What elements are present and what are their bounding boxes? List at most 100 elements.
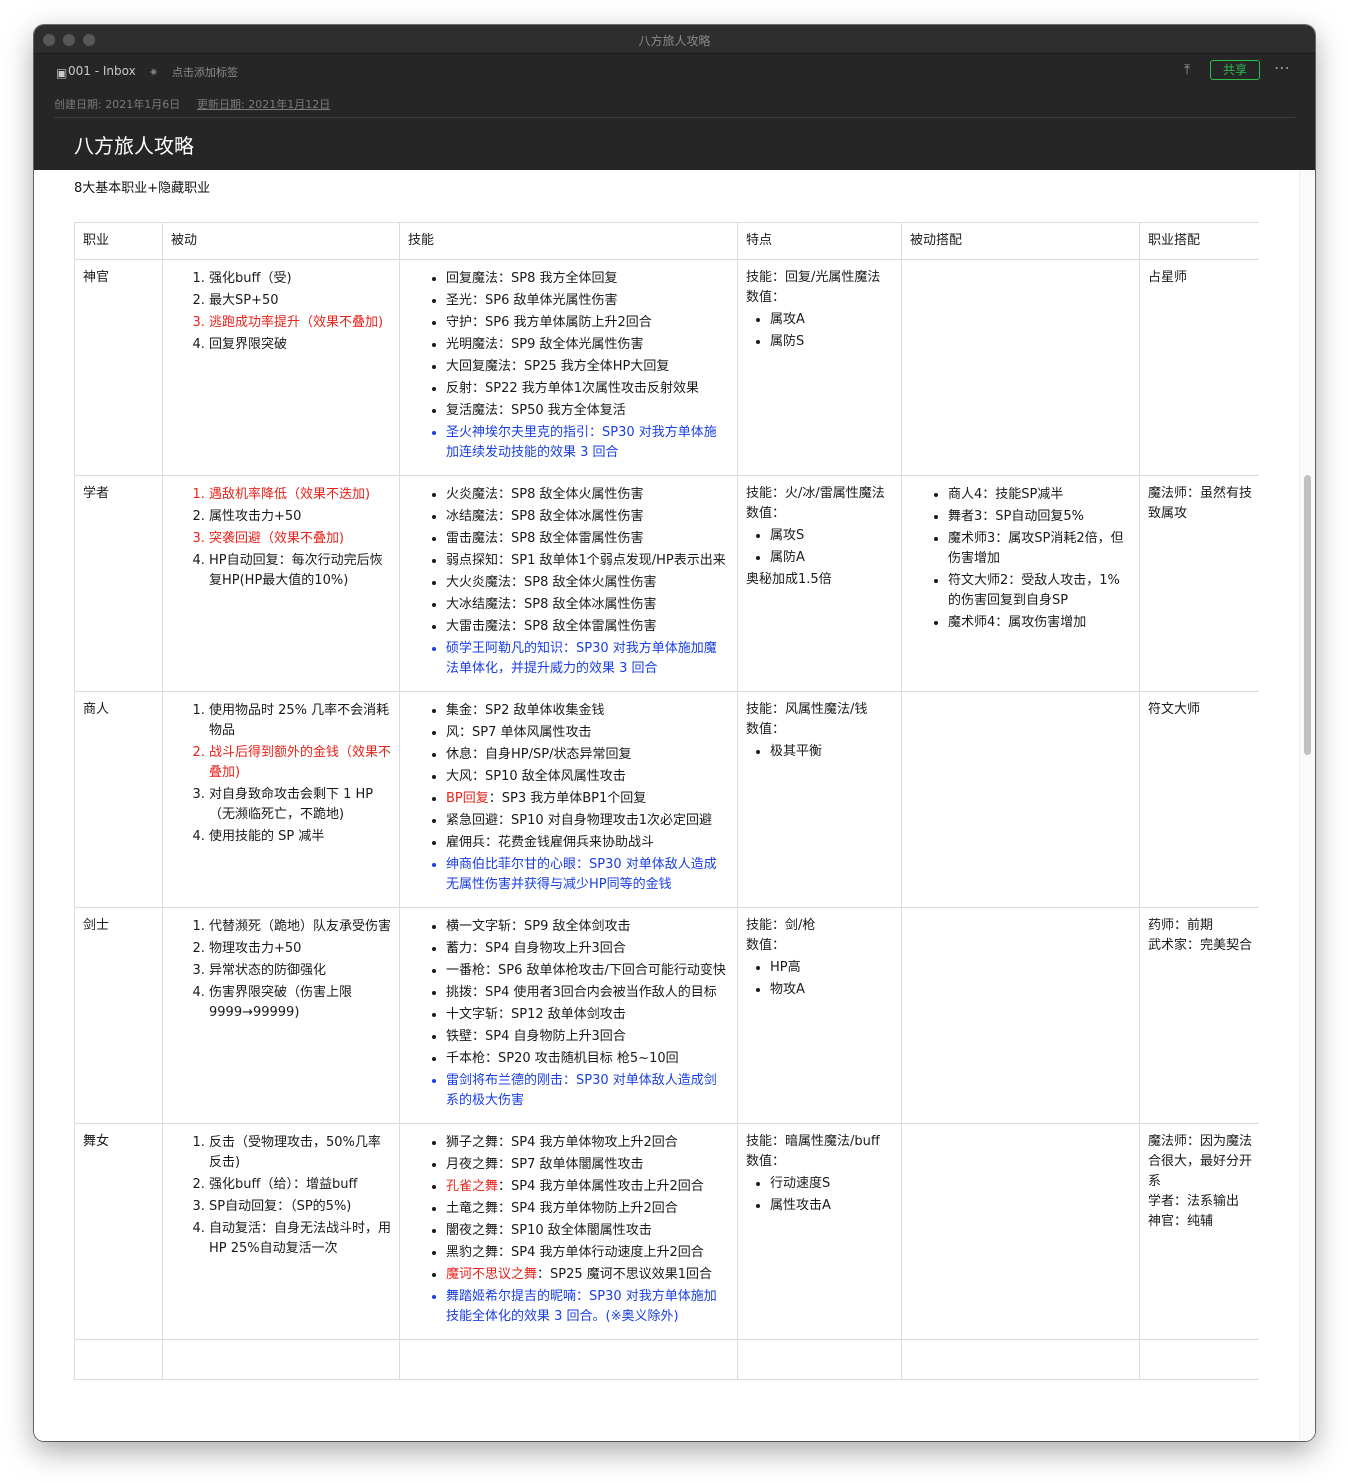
empty-cell[interactable]: [901, 1339, 1140, 1380]
traits-cell[interactable]: 技能：回复/光属性魔法数值： 属攻A属防S: [737, 259, 902, 476]
column-header: 职业搭配: [1139, 222, 1259, 260]
skill-desc: ：SP4 我方单体行动速度上升2回合: [498, 1245, 704, 1260]
passive-item: 最大SP+50: [209, 291, 391, 311]
skill-desc: ：SP8 我方全体回复: [498, 271, 618, 286]
trait-line: 数值：: [746, 938, 786, 953]
skill-name: 弱点探知: [446, 553, 499, 568]
traits-cell[interactable]: 技能：火/冰/雷属性魔法数值： 属攻S属防A 奥秘加成1.5倍: [737, 475, 902, 692]
trait-values-list: 行动速度S属性攻击A: [746, 1174, 893, 1216]
skill-name: 集金: [446, 703, 473, 718]
skill-desc: ：SP3 我方单体BP1个回复: [488, 791, 647, 806]
job-combo-line: 学者：法系输出: [1148, 1194, 1240, 1209]
job-cell[interactable]: 神官: [74, 259, 163, 476]
tag-input[interactable]: 点击添加标签: [172, 64, 238, 80]
skill-name: 绅商伯比菲尔甘的心眼: [446, 857, 577, 872]
share-button[interactable]: 共享: [1210, 60, 1260, 80]
skills-list: 回复魔法：SP8 我方全体回复圣光：SP6 敌单体光属性伤害守护：SP6 我方单…: [408, 269, 729, 463]
job-cell[interactable]: 学者: [74, 475, 163, 692]
passives-cell[interactable]: 强化buff（受)最大SP+50逃跑成功率提升（效果不叠加)回复界限突破: [162, 259, 400, 476]
passive-item: 突袭回避（效果不叠加): [209, 529, 391, 549]
more-icon[interactable]: ⋯: [1274, 58, 1291, 77]
skill-item: 雇佣兵：花费金钱雇佣兵来协助战斗: [446, 833, 729, 853]
empty-cell[interactable]: [399, 1339, 738, 1380]
skill-item: 冰结魔法：SP8 敌全体冰属性伤害: [446, 507, 729, 527]
passive-item: 回复界限突破: [209, 335, 391, 355]
passive-item: 遇敌机率降低（效果不迭加): [209, 485, 391, 505]
skill-item: 月夜之舞：SP7 敌单体闇属性攻击: [446, 1155, 729, 1175]
job-cell[interactable]: 舞女: [74, 1123, 163, 1340]
trait-values-list: 极其平衡: [746, 742, 893, 762]
tag-icon[interactable]: ⚹: [150, 64, 157, 79]
skill-name: 圣光: [446, 293, 473, 308]
job-combo-line: 药师：前期: [1148, 918, 1214, 933]
passive-combos-cell[interactable]: [901, 907, 1140, 1124]
note-title[interactable]: 八方旅人攻略: [74, 130, 194, 159]
skill-name: 火炎魔法: [446, 487, 499, 502]
skill-item: 孔雀之舞：SP4 我方单体属性攻击上升2回合: [446, 1177, 729, 1197]
notebook-selector[interactable]: 001 - Inbox: [68, 64, 136, 78]
skill-name: 休息: [446, 747, 473, 762]
trait-line: 技能：回复/光属性魔法: [746, 270, 881, 285]
skill-name: 土竜之舞: [446, 1201, 499, 1216]
passive-combos-cell[interactable]: [901, 259, 1140, 476]
empty-cell[interactable]: [737, 1339, 902, 1380]
skill-item: 守护：SP6 我方单体属防上升2回合: [446, 313, 729, 333]
skills-cell[interactable]: 横一文字斩：SP9 敌全体剑攻击蓄力：SP4 自身物攻上升3回合一番枪：SP6 …: [399, 907, 738, 1124]
table-row: 神官强化buff（受)最大SP+50逃跑成功率提升（效果不叠加)回复界限突破回复…: [74, 259, 1259, 476]
passive-combos-cell[interactable]: 商人4：技能SP减半舞者3：SP自动回复5%魔术师3：属攻SP消耗2倍，但伤害增…: [901, 475, 1140, 692]
skill-item: 大冰结魔法：SP8 敌全体冰属性伤害: [446, 595, 729, 615]
skills-cell[interactable]: 火炎魔法：SP8 敌全体火属性伤害冰结魔法：SP8 敌全体冰属性伤害雷击魔法：S…: [399, 475, 738, 692]
skill-name: 舞踏姬希尔提吉的昵喃: [446, 1289, 577, 1304]
skills-cell[interactable]: 回复魔法：SP8 我方全体回复圣光：SP6 敌单体光属性伤害守护：SP6 我方单…: [399, 259, 738, 476]
empty-cell[interactable]: [74, 1339, 163, 1380]
passive-combos-cell[interactable]: [901, 691, 1140, 908]
skill-item: 一番枪：SP6 敌单体枪攻击/下回合可能行动变快: [446, 961, 729, 981]
job-combos-cell[interactable]: 魔法师：因为魔法合很大，最好分开系 学者：法系输出 神官：纯辅: [1139, 1123, 1259, 1340]
passives-cell[interactable]: 反击（受物理攻击，50%几率反击)强化buff（给）：增益buffSP自动回复：…: [162, 1123, 400, 1340]
skill-desc: ：SP10 敌全体闇属性攻击: [498, 1223, 652, 1238]
vertical-scrollbar[interactable]: [1299, 170, 1315, 1441]
passive-item: 战斗后得到额外的金钱（效果不叠加): [209, 743, 391, 783]
skill-desc: ：SP7 单体风属性攻击: [459, 725, 592, 740]
traits-cell[interactable]: 技能：暗属性魔法/buff 数值： 行动速度S属性攻击A: [737, 1123, 902, 1340]
skill-name: 魔诃不思议之舞: [446, 1267, 538, 1282]
traits-cell[interactable]: 技能：风属性魔法/钱数值： 极其平衡: [737, 691, 902, 908]
note-subtitle[interactable]: 8大基本职业+隐藏职业: [74, 177, 210, 196]
job-combos-cell[interactable]: 占星师: [1139, 259, 1259, 476]
skill-item: 大火炎魔法：SP8 敌全体火属性伤害: [446, 573, 729, 593]
job-combos-cell[interactable]: 魔法师：虽然有技致属攻: [1139, 475, 1259, 692]
empty-cell[interactable]: [1139, 1339, 1259, 1380]
scrollbar-thumb[interactable]: [1304, 475, 1311, 755]
skills-cell[interactable]: 集金：SP2 敌单体收集金钱风：SP7 单体风属性攻击休息：自身HP/SP/状态…: [399, 691, 738, 908]
passives-cell[interactable]: 使用物品时 25% 几率不会消耗物品战斗后得到额外的金钱（效果不叠加)对自身致命…: [162, 691, 400, 908]
updated-date[interactable]: 更新日期: 2021年1月12日: [197, 96, 330, 112]
job-cell[interactable]: 商人: [74, 691, 163, 908]
note-body[interactable]: 8大基本职业+隐藏职业 职业被动技能特点被动搭配职业搭配 神官强化buff（受)…: [34, 170, 1315, 1441]
empty-cell[interactable]: [162, 1339, 400, 1380]
skill-name: 黑豹之舞: [446, 1245, 499, 1260]
skill-name: 孔雀之舞: [446, 1179, 499, 1194]
skill-item: 舞踏姬希尔提吉的昵喃：SP30 对我方单体施加技能全体化的效果 3 回合。(※奥…: [446, 1287, 729, 1327]
job-combos-cell[interactable]: 药师：前期 武术家：完美契合: [1139, 907, 1259, 1124]
table-header-row: 职业 被动 技能 特点 被动搭配 职业搭配: [74, 222, 1259, 260]
table-row: 学者遇敌机率降低（效果不迭加)属性攻击力+50突袭回避（效果不叠加)HP自动回复…: [74, 475, 1259, 692]
passives-cell[interactable]: 代替濒死（跪地）队友承受伤害物理攻击力+50异常状态的防御强化伤害界限突破（伤害…: [162, 907, 400, 1124]
passives-cell[interactable]: 遇敌机率降低（效果不迭加)属性攻击力+50突袭回避（效果不叠加)HP自动回复：每…: [162, 475, 400, 692]
passive-combo-item: 魔术师3：属攻SP消耗2倍，但伤害增加: [948, 529, 1131, 569]
job-table-container: 职业被动技能特点被动搭配职业搭配 神官强化buff（受)最大SP+50逃跑成功率…: [74, 222, 1259, 1441]
skill-desc: ：SP8 敌全体火属性伤害: [498, 487, 644, 502]
table-row: [74, 1339, 1259, 1380]
traits-cell[interactable]: 技能：剑/枪数值： HP高物攻A: [737, 907, 902, 1124]
skill-item: 绅商伯比菲尔甘的心眼：SP30 对单体敌人造成无属性伤害并获得与减少HP同等的金…: [446, 855, 729, 895]
trait-values-list: 属攻S属防A: [746, 526, 893, 568]
skill-desc: ：SP10 对自身物理攻击1次必定回避: [498, 813, 713, 828]
passive-combos-cell[interactable]: [901, 1123, 1140, 1340]
skill-name: 守护: [446, 315, 473, 330]
notebook-icon[interactable]: ▣: [56, 66, 67, 80]
export-icon[interactable]: ⤒: [1184, 62, 1190, 78]
skills-cell[interactable]: 狮子之舞：SP4 我方单体物攻上升2回合月夜之舞：SP7 敌单体闇属性攻击孔雀之…: [399, 1123, 738, 1340]
skill-name: 蓄力: [446, 941, 473, 956]
job-combos-cell[interactable]: 符文大师: [1139, 691, 1259, 908]
job-cell[interactable]: 剑士: [74, 907, 163, 1124]
skill-name: 回复魔法: [446, 271, 499, 286]
